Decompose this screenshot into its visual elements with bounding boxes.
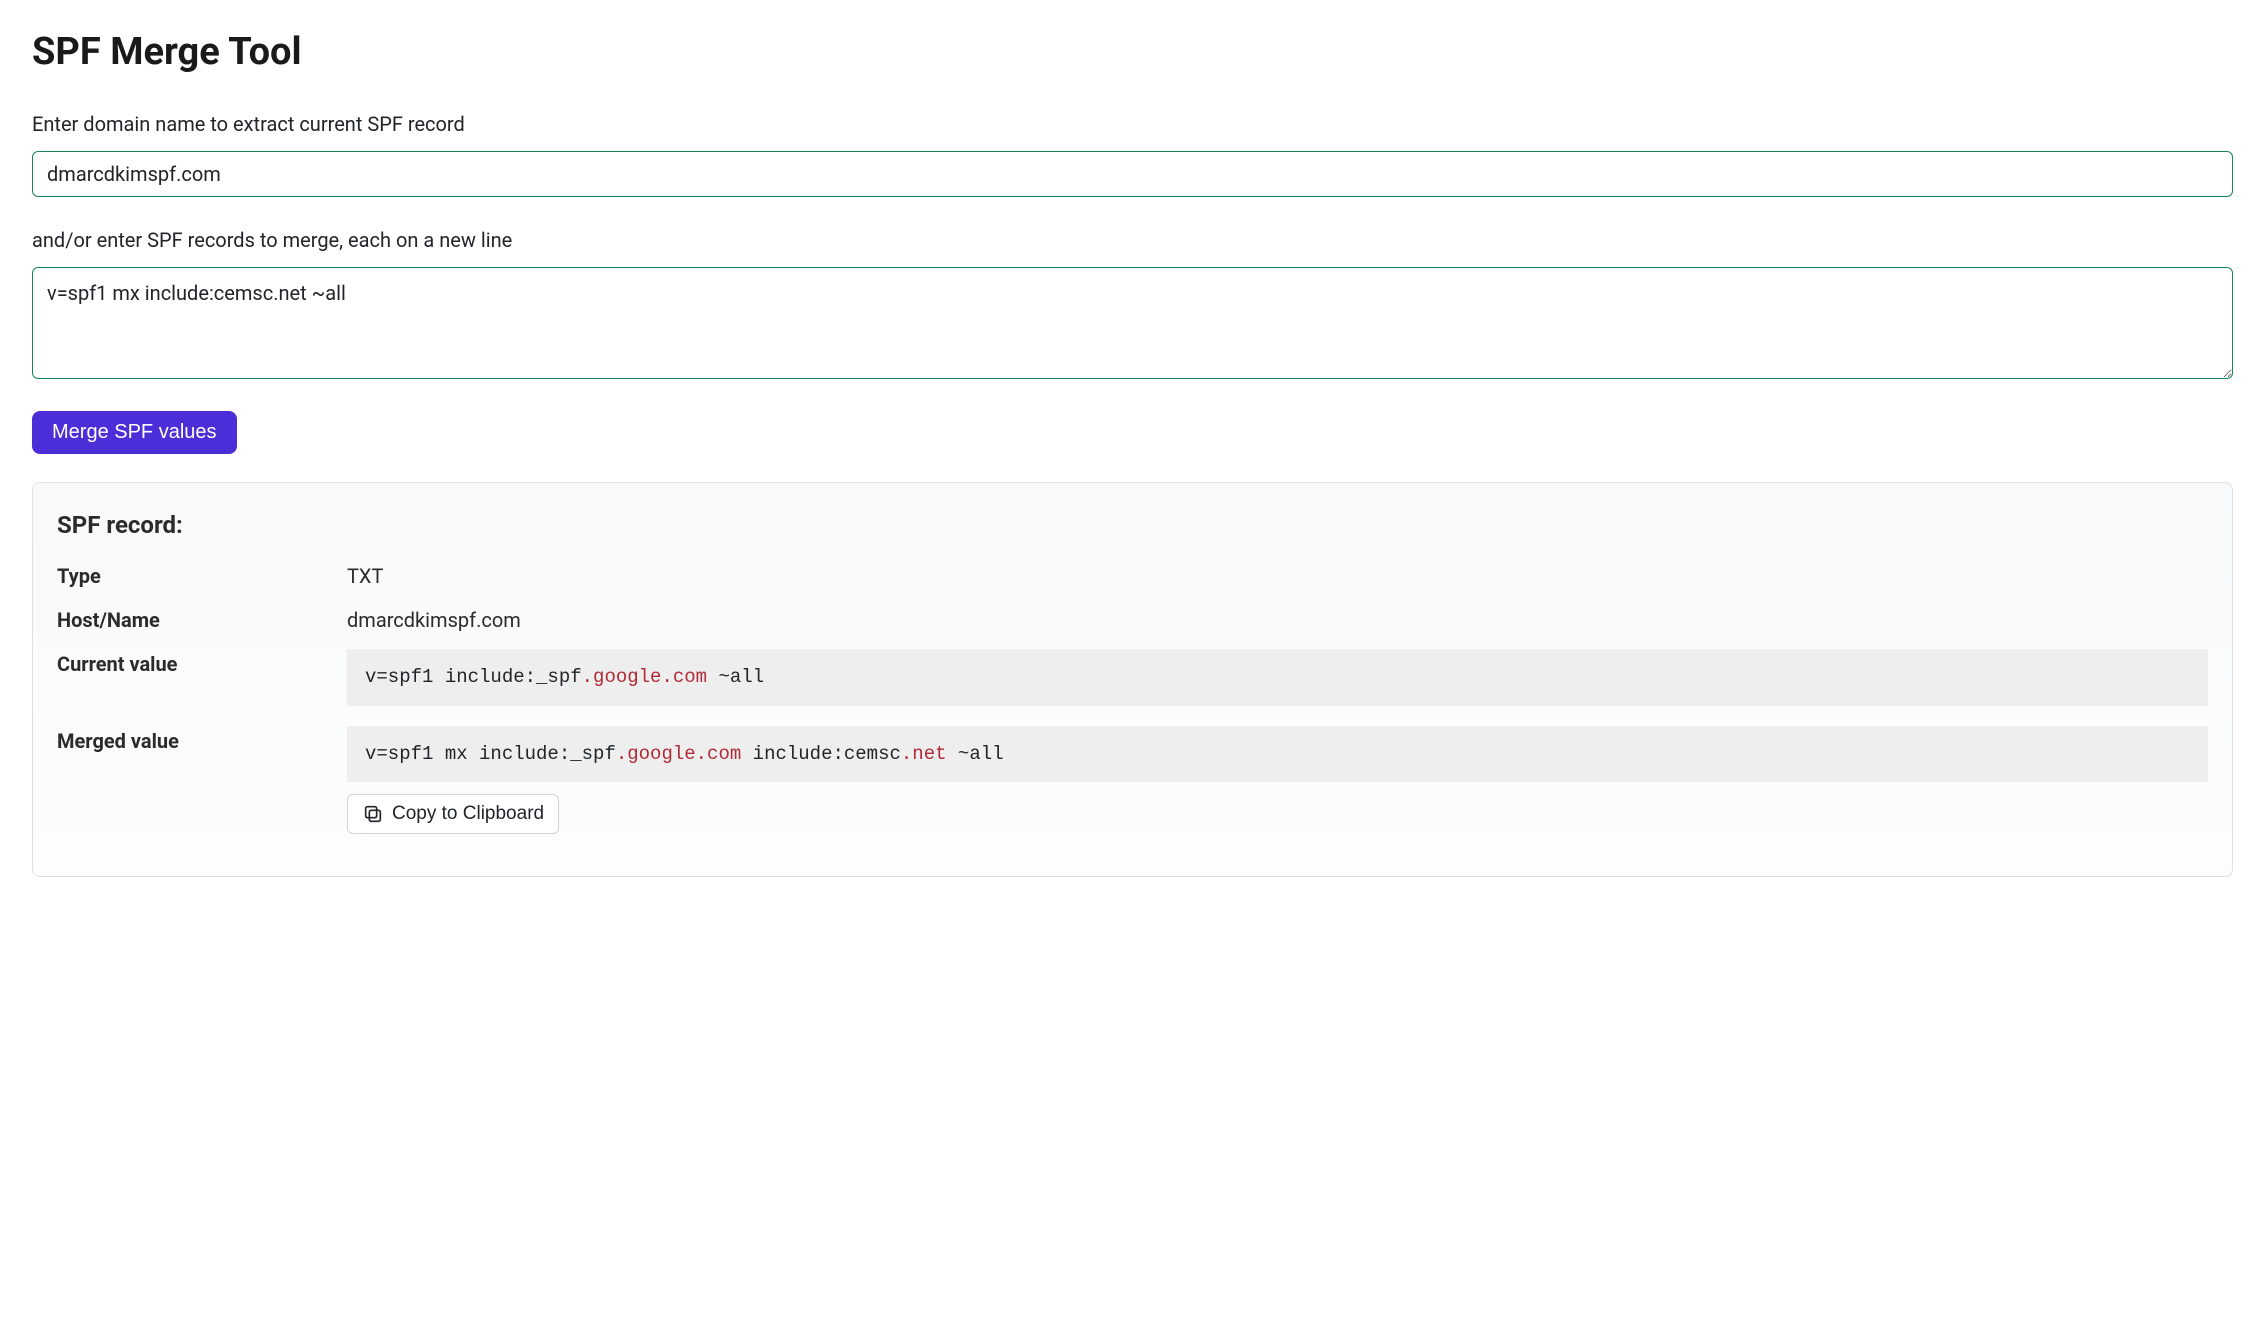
code-token: ~all — [947, 743, 1004, 765]
result-value: v=spf1 mx include:_spf.google.com includ… — [347, 726, 2208, 835]
result-value: v=spf1 include:_spf.google.com ~all — [347, 649, 2208, 712]
result-key: Type — [57, 561, 347, 591]
code-token: .google.com — [616, 743, 741, 765]
result-value: dmarcdkimspf.com — [347, 605, 2208, 635]
result-card: SPF record: TypeTXTHost/Namedmarcdkimspf… — [32, 482, 2233, 877]
result-heading: SPF record: — [57, 507, 2208, 543]
copy-icon — [362, 803, 384, 825]
domain-label: Enter domain name to extract current SPF… — [32, 109, 2233, 139]
merge-button[interactable]: Merge SPF values — [32, 411, 237, 454]
records-label: and/or enter SPF records to merge, each … — [32, 225, 2233, 255]
domain-input[interactable] — [32, 151, 2233, 197]
result-key: Merged value — [57, 726, 347, 756]
page-title: SPF Merge Tool — [32, 24, 2233, 81]
result-row: TypeTXT — [57, 561, 2208, 591]
code-token: include:cemsc — [741, 743, 901, 765]
result-key: Current value — [57, 649, 347, 679]
result-row: Merged valuev=spf1 mx include:_spf.googl… — [57, 726, 2208, 835]
code-block: v=spf1 include:_spf.google.com ~all — [347, 649, 2208, 706]
copy-button-label: Copy to Clipboard — [392, 803, 544, 825]
result-value: TXT — [347, 561, 2208, 591]
code-block: v=spf1 mx include:_spf.google.com includ… — [347, 726, 2208, 783]
result-key: Host/Name — [57, 605, 347, 635]
code-token: v=spf1 include:_spf — [365, 666, 582, 688]
code-token: v=spf1 mx include:_spf — [365, 743, 616, 765]
result-row: Current valuev=spf1 include:_spf.google.… — [57, 649, 2208, 712]
spf-records-textarea[interactable] — [32, 267, 2233, 379]
copy-button[interactable]: Copy to Clipboard — [347, 794, 559, 834]
code-token: .net — [901, 743, 947, 765]
code-token: .google.com — [582, 666, 707, 688]
code-token: ~all — [707, 666, 764, 688]
result-row: Host/Namedmarcdkimspf.com — [57, 605, 2208, 635]
